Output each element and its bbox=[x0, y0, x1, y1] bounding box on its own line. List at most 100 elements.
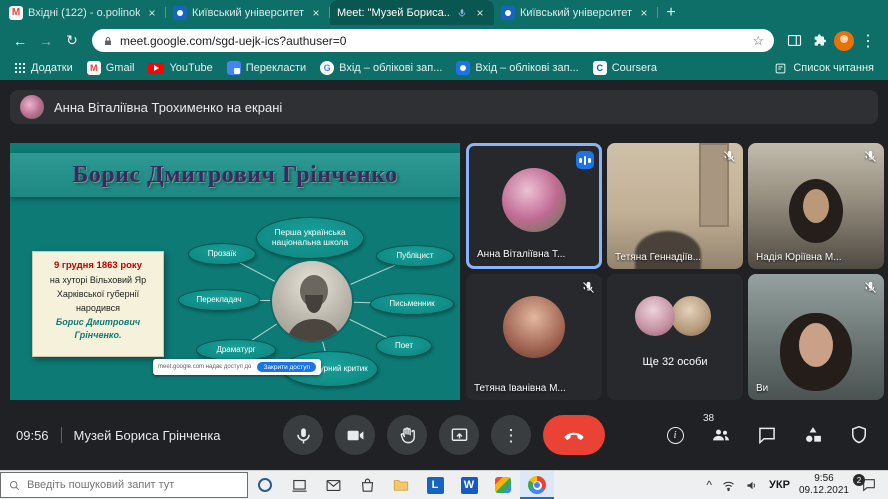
browser-toolbar: ← → ↻ meet.google.com/sgd-uejk-ics?authu… bbox=[0, 25, 888, 56]
presenting-banner: Анна Віталіївна Трохименко на екрані bbox=[10, 90, 878, 124]
bookmarks-bar: Додатки M Gmail YouTube Перекласти G Вхі… bbox=[0, 56, 888, 80]
word-icon: W bbox=[461, 477, 478, 494]
participant-name: Тетяна Геннадіїв... bbox=[615, 252, 701, 263]
tab-strip: M Вхідні (122) - o.polinok@k... × Київсь… bbox=[0, 0, 888, 25]
taskbar-explorer[interactable] bbox=[384, 471, 418, 499]
search-icon bbox=[8, 479, 21, 492]
address-bar[interactable]: meet.google.com/sgd-uejk-ics?authuser=0 … bbox=[92, 29, 774, 52]
network-icon[interactable] bbox=[721, 478, 736, 493]
extensions-icon[interactable] bbox=[808, 29, 832, 53]
forward-button[interactable]: → bbox=[34, 29, 58, 53]
tab-title: Київський університет ім... bbox=[192, 7, 304, 19]
meeting-details-button[interactable]: i bbox=[664, 424, 686, 446]
present-button[interactable] bbox=[439, 415, 479, 455]
volume-icon[interactable] bbox=[745, 478, 760, 493]
gmail-favicon: M bbox=[9, 6, 23, 20]
bookmark-signin-1[interactable]: G Вхід – облікові зап... bbox=[314, 59, 448, 77]
back-button[interactable]: ← bbox=[8, 29, 32, 53]
taskbar-task-view[interactable] bbox=[282, 471, 316, 499]
speaking-indicator-icon bbox=[576, 151, 594, 169]
tab-university-2[interactable]: Київський університет ім... × bbox=[494, 0, 658, 25]
close-icon[interactable]: × bbox=[309, 6, 323, 20]
mindmap-bubble: Перша українська національна школа bbox=[256, 217, 364, 259]
participant-tile-self[interactable]: Ви bbox=[748, 274, 884, 400]
grinchenko-portrait bbox=[270, 259, 354, 343]
new-tab-button[interactable]: + bbox=[658, 0, 684, 25]
bookmark-star-icon[interactable]: ☆ bbox=[752, 34, 764, 47]
meeting-panel-icons: i 38 bbox=[664, 424, 870, 446]
activities-button[interactable] bbox=[802, 424, 824, 446]
reading-list-label: Список читання bbox=[793, 62, 874, 74]
tray-expand-icon[interactable]: ^ bbox=[706, 478, 712, 492]
participant-count-badge: 38 bbox=[703, 413, 714, 424]
participant-name: Анна Віталіївна Т... bbox=[477, 249, 565, 260]
tab-university-1[interactable]: Київський університет ім... × bbox=[166, 0, 330, 25]
language-indicator[interactable]: УКР bbox=[769, 479, 790, 491]
app-l-icon: L bbox=[427, 477, 444, 494]
side-panel-icon[interactable] bbox=[782, 29, 806, 53]
info-line: народився bbox=[36, 302, 160, 316]
presenting-banner-text: Анна Віталіївна Трохименко на екрані bbox=[54, 100, 282, 115]
taskbar-chrome[interactable] bbox=[520, 471, 554, 499]
presenter-avatar bbox=[20, 95, 44, 119]
participants-button[interactable]: 38 bbox=[710, 424, 732, 446]
mindmap-bubble: Прозаїк bbox=[188, 243, 256, 265]
taskbar-photos[interactable] bbox=[486, 471, 520, 499]
bookmark-apps[interactable]: Додатки bbox=[8, 60, 79, 76]
bookmark-translate[interactable]: Перекласти bbox=[221, 59, 312, 77]
close-icon[interactable]: × bbox=[145, 6, 159, 20]
raise-hand-button[interactable] bbox=[387, 415, 427, 455]
mic-button[interactable] bbox=[283, 415, 323, 455]
info-icon: i bbox=[667, 427, 684, 444]
tab-meet-active[interactable]: Meet: "Музей Бориса... × bbox=[330, 0, 494, 25]
bookmark-youtube[interactable]: YouTube bbox=[142, 60, 218, 76]
search-input[interactable] bbox=[27, 479, 240, 491]
taskbar-mail[interactable] bbox=[316, 471, 350, 499]
meeting-title: Музей Бориса Грінченка bbox=[74, 428, 221, 443]
mindmap-bubble: Драматург bbox=[196, 339, 276, 361]
refresh-button[interactable]: ↻ bbox=[60, 29, 84, 53]
mic-muted-icon bbox=[581, 280, 596, 295]
chrome-icon bbox=[528, 476, 546, 494]
taskbar-word[interactable]: W bbox=[452, 471, 486, 499]
info-line: 9 грудня 1863 року bbox=[36, 259, 160, 274]
mail-icon bbox=[325, 477, 342, 494]
close-icon[interactable]: × bbox=[637, 6, 651, 20]
bookmark-signin-2[interactable]: Вхід – облікові зап... bbox=[450, 59, 584, 77]
tab-gmail-inbox[interactable]: M Вхідні (122) - o.polinok@k... × bbox=[2, 0, 166, 25]
end-call-button[interactable] bbox=[543, 415, 605, 455]
store-icon bbox=[359, 477, 376, 494]
apps-grid-icon bbox=[14, 62, 26, 74]
reading-list-button[interactable]: Список читання bbox=[768, 60, 880, 77]
system-tray: ^ УКР 9:56 09.12.2021 2 bbox=[698, 471, 888, 499]
profile-avatar[interactable] bbox=[834, 31, 854, 51]
camera-button[interactable] bbox=[335, 415, 375, 455]
participant-tile-nadiia[interactable]: Надія Юріївна М... bbox=[748, 143, 884, 269]
taskbar-search[interactable] bbox=[0, 472, 248, 498]
host-controls-button[interactable] bbox=[848, 424, 870, 446]
coursera-icon: C bbox=[593, 61, 607, 75]
more-options-button[interactable]: ⋮ bbox=[491, 415, 531, 455]
action-center-button[interactable]: 2 bbox=[858, 477, 880, 493]
chat-button[interactable] bbox=[756, 424, 778, 446]
meeting-info: 09:56 Музей Бориса Грінченка bbox=[16, 427, 221, 443]
notification-count-badge: 2 bbox=[853, 474, 865, 486]
bookmark-gmail[interactable]: M Gmail bbox=[81, 59, 141, 77]
windows-taskbar: L W ^ УКР 9:56 09.12.2021 2 bbox=[0, 470, 888, 499]
taskbar-app-l[interactable]: L bbox=[418, 471, 452, 499]
participant-tile-overflow[interactable]: Ще 32 особи bbox=[607, 274, 743, 400]
close-icon[interactable]: × bbox=[473, 6, 487, 20]
participant-tile-anna[interactable]: Анна Віталіївна Т... bbox=[466, 143, 602, 269]
mic-muted-icon bbox=[863, 280, 878, 295]
participant-avatar bbox=[671, 296, 711, 336]
bookmark-coursera[interactable]: C Coursera bbox=[587, 59, 663, 77]
participant-tile-tetiana-i[interactable]: Тетяна Іванівна М... bbox=[466, 274, 602, 400]
bookmark-label: Gmail bbox=[106, 62, 135, 74]
clock[interactable]: 9:56 09.12.2021 bbox=[799, 473, 849, 498]
call-controls: ⋮ bbox=[283, 415, 605, 455]
browser-menu-icon[interactable]: ⋮ bbox=[856, 29, 880, 53]
taskbar-cortana[interactable] bbox=[248, 471, 282, 499]
university-favicon bbox=[501, 6, 515, 20]
taskbar-store[interactable] bbox=[350, 471, 384, 499]
participant-tile-tetiana-g[interactable]: Тетяна Геннадіїв... bbox=[607, 143, 743, 269]
